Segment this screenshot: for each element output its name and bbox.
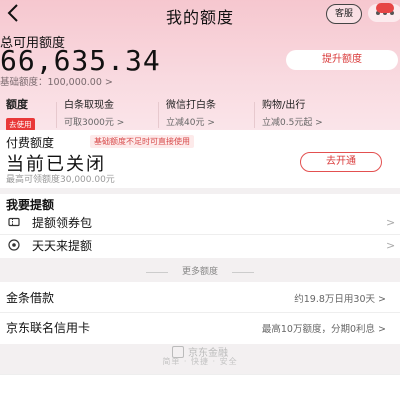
tab-label: 白条取现金	[64, 100, 114, 111]
list-item-daily-raise[interactable]: 天天来提额 >	[0, 235, 400, 257]
raise-quota-button[interactable]: 提升额度	[286, 50, 398, 70]
list-item-label: 天天来提额	[32, 239, 93, 253]
list-item-desc: 最高10万额度，分期0利息 >	[261, 324, 386, 335]
list-item-desc: 约19.8万日用30天 >	[294, 294, 386, 305]
base-quota-link[interactable]: 基础额度：100,000.00 >	[0, 74, 113, 88]
bottom-bar	[0, 374, 400, 400]
list-item-jintiao-loan[interactable]: 金条借款 约19.8万日用30天 >	[0, 284, 400, 310]
paid-quota-card: 付费额度 基础额度不足时可直接使用 当前已关闭 最高可领额度30,000.00元…	[0, 130, 400, 188]
chevron-right-icon: >	[386, 216, 396, 229]
paid-quota-tip: 基础额度不足时可直接使用	[90, 135, 194, 148]
customer-service-button[interactable]: 客服	[326, 4, 362, 24]
list-item-label: 提额领券包	[32, 216, 93, 230]
tab-sub: 可取3000元 >	[64, 118, 125, 128]
tab-sub: 立减0.5元起 >	[262, 118, 323, 128]
open-paid-quota-button[interactable]: 去开通	[300, 152, 382, 172]
nav-bar: 我的额度 客服	[0, 0, 400, 28]
chevron-right-icon: >	[386, 239, 396, 252]
list-item-label: 金条借款	[6, 291, 55, 305]
tab-sub: 立减40元 >	[166, 118, 215, 128]
tab-divider	[56, 102, 57, 128]
coupon-icon	[8, 217, 20, 227]
target-icon	[8, 239, 20, 251]
tab-label: 额度	[6, 98, 28, 111]
more-quota-card: 金条借款 约19.8万日用30天 > 京东联名信用卡 最高10万额度，分期0利息…	[0, 282, 400, 344]
tab-divider	[254, 102, 255, 128]
paid-quota-title: 付费额度	[6, 136, 55, 150]
more-quota-label: 更多额度	[181, 267, 218, 277]
list-item-coupon-pack[interactable]: 提额领券包 >	[0, 212, 400, 234]
raise-section-title: 我要提额	[6, 198, 55, 212]
available-amount: 66,635.34	[0, 44, 161, 77]
raise-quota-card: 我要提额 提额领券包 > 天天来提额 >	[0, 194, 400, 258]
divider	[232, 272, 254, 273]
list-item-label: 京东联名信用卡	[6, 321, 91, 335]
tab-label: 购物/出行	[262, 100, 306, 111]
tab-divider	[158, 102, 159, 128]
paid-quota-max: 最高可领额度30,000.00元	[6, 175, 115, 185]
list-item-credit-card[interactable]: 京东联名信用卡 最高10万额度，分期0利息 >	[0, 314, 400, 340]
tab-label: 微信打白条	[166, 100, 216, 111]
more-quota-heading: 更多额度	[0, 264, 400, 280]
notification-badge	[376, 3, 394, 13]
divider	[0, 312, 400, 313]
divider	[146, 272, 168, 273]
footer-slogan: 简单 · 快捷 · 安全	[162, 357, 238, 366]
